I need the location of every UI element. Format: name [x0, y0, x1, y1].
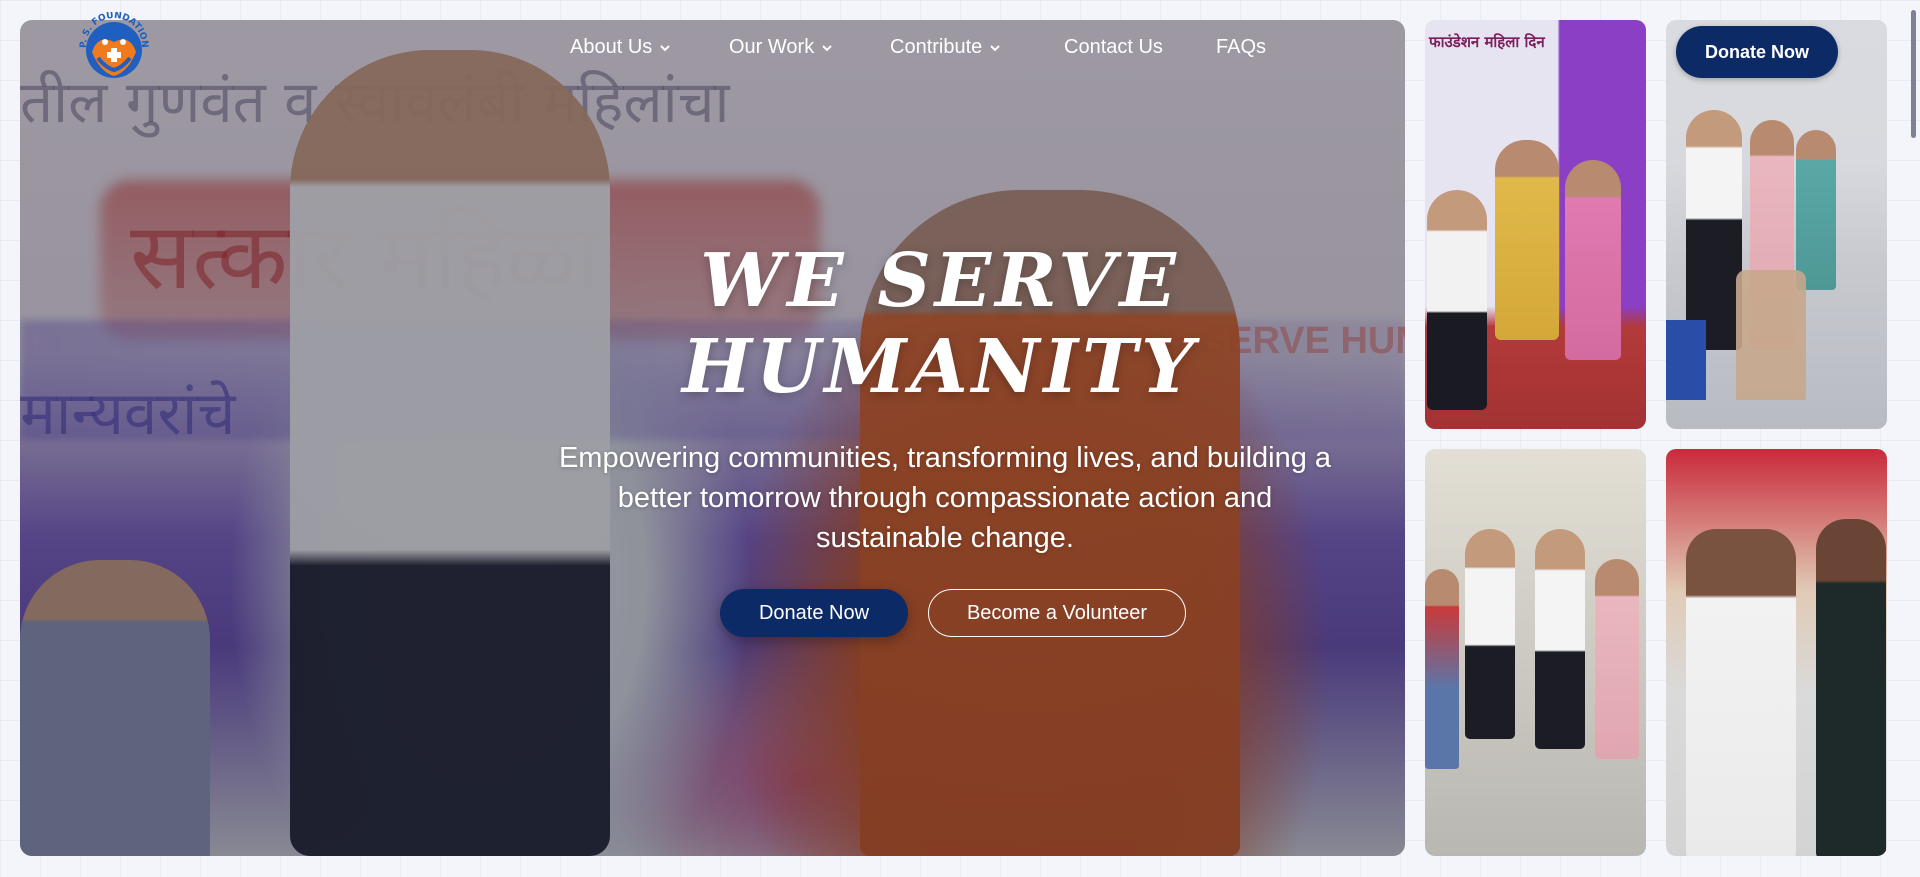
- hero-title: We Serve Humanity: [560, 238, 1320, 410]
- become-volunteer-button[interactable]: Become a Volunteer: [928, 589, 1186, 637]
- nav-about-us[interactable]: About Us: [570, 36, 672, 59]
- nav-our-work[interactable]: Our Work: [729, 36, 834, 59]
- hero-title-line-1: We Serve: [700, 238, 1180, 324]
- hero-subtitle: Empowering communities, transforming liv…: [558, 442, 1332, 554]
- nav-contact-us[interactable]: Contact Us: [1064, 36, 1163, 59]
- gallery-caption-1: फाउंडेशन महिला दिन: [1429, 33, 1545, 51]
- gallery-person: [1427, 190, 1487, 410]
- hero-title-line-2: Humanity: [682, 324, 1198, 410]
- header-donate-button[interactable]: Donate Now: [1676, 26, 1838, 78]
- gallery-person: [1686, 110, 1742, 350]
- nav-faqs[interactable]: FAQs: [1216, 36, 1266, 59]
- nav-faqs-label: FAQs: [1216, 36, 1267, 58]
- gallery-image-3: [1425, 449, 1646, 856]
- chevron-down-icon: [990, 44, 1000, 51]
- gallery-person: [1535, 529, 1585, 749]
- page-scrollbar[interactable]: [1910, 0, 1918, 877]
- gallery-person: [1595, 559, 1639, 759]
- chevron-down-icon: [822, 44, 832, 51]
- gallery-person: [1425, 569, 1459, 769]
- nav-about-us-label: About Us: [570, 36, 653, 58]
- gallery-cooler: [1666, 320, 1706, 400]
- hero-donate-button[interactable]: Donate Now: [720, 589, 908, 637]
- gallery-person: [1686, 529, 1796, 856]
- gallery-image-1: फाउंडेशन महिला दिन: [1425, 20, 1646, 429]
- gallery-person: [1465, 529, 1515, 739]
- gallery-person: [1816, 519, 1886, 856]
- gallery-chair: [1736, 270, 1806, 400]
- nav-contact-us-label: Contact Us: [1064, 36, 1163, 58]
- nav-contribute-label: Contribute: [890, 36, 983, 58]
- gallery-person: [1796, 130, 1836, 290]
- chevron-down-icon: [660, 44, 670, 51]
- gallery-person: [1565, 160, 1621, 360]
- gallery-image-4: [1666, 449, 1887, 856]
- gallery-image-2: [1666, 20, 1887, 429]
- gallery-person: [1495, 140, 1559, 340]
- nav-contribute[interactable]: Contribute: [890, 36, 1002, 59]
- scrollbar-thumb[interactable]: [1911, 10, 1916, 138]
- nav-our-work-label: Our Work: [729, 36, 815, 58]
